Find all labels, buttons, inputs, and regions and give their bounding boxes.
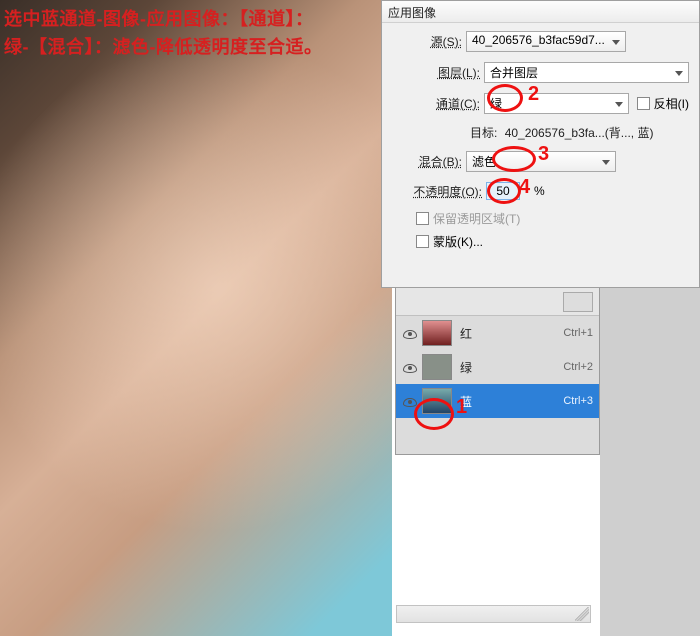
tutorial-instruction: 选中蓝通道-图像-应用图像：【通道】： 绿-【混合】：滤色-降低透明度至合适。 bbox=[4, 6, 323, 62]
channel-label: 通道(C): bbox=[414, 95, 484, 112]
channel-shortcut: Ctrl+3 bbox=[563, 395, 593, 407]
opacity-label: 不透明度(O): bbox=[396, 183, 486, 200]
source-value: 40_206576_b3fac59d7... bbox=[472, 33, 605, 47]
layer-label: 图层(L): bbox=[414, 64, 484, 81]
source-label: 源(S): bbox=[396, 33, 466, 50]
channel-shortcut: Ctrl+2 bbox=[563, 361, 593, 373]
channel-name: 红 bbox=[460, 325, 563, 342]
channel-select[interactable]: 绿 bbox=[484, 93, 629, 114]
instr-line1: 选中蓝通道-图像-应用图像：【通道】： bbox=[4, 9, 314, 29]
channel-row-blue[interactable]: 蓝 Ctrl+3 bbox=[396, 384, 599, 418]
mask-checkbox[interactable] bbox=[416, 235, 429, 248]
resize-grip-icon[interactable] bbox=[575, 607, 589, 621]
mask-label: 蒙版(K)... bbox=[433, 233, 483, 250]
blend-label: 混合(B): bbox=[396, 153, 466, 170]
scrollbar-track[interactable] bbox=[396, 605, 591, 623]
target-value: 40_206576_b3fa...(背..., 蓝) bbox=[505, 126, 654, 140]
source-select[interactable]: 40_206576_b3fac59d7... bbox=[466, 31, 626, 52]
channel-value: 绿 bbox=[490, 97, 502, 111]
dialog-title: 应用图像 bbox=[382, 1, 699, 23]
dialog-body: 源(S): 40_206576_b3fac59d7... 图层(L): 合并图层… bbox=[382, 23, 699, 268]
invert-label: 反相(I) bbox=[654, 95, 689, 112]
channel-thumb-green bbox=[422, 354, 452, 380]
channels-panel-header bbox=[396, 288, 599, 316]
rgb-mini-thumb bbox=[563, 292, 593, 312]
blend-value: 滤色 bbox=[472, 155, 496, 169]
channels-panel: 红 Ctrl+1 绿 Ctrl+2 蓝 Ctrl+3 bbox=[395, 287, 600, 455]
document-image bbox=[0, 0, 392, 636]
visibility-icon[interactable] bbox=[400, 324, 418, 342]
channel-row-red[interactable]: 红 Ctrl+1 bbox=[396, 316, 599, 350]
opacity-unit: % bbox=[534, 184, 545, 198]
channel-shortcut: Ctrl+1 bbox=[563, 327, 593, 339]
visibility-icon[interactable] bbox=[400, 358, 418, 376]
channel-row-green[interactable]: 绿 Ctrl+2 bbox=[396, 350, 599, 384]
workspace-gray-area bbox=[600, 287, 700, 636]
blend-select[interactable]: 滤色 bbox=[466, 151, 616, 172]
apply-image-dialog: 应用图像 源(S): 40_206576_b3fac59d7... 图层(L):… bbox=[381, 0, 700, 288]
channel-name: 蓝 bbox=[460, 393, 563, 410]
channel-thumb-blue bbox=[422, 388, 452, 414]
layer-select[interactable]: 合并图层 bbox=[484, 62, 689, 83]
preserve-transparency-checkbox[interactable] bbox=[416, 212, 429, 225]
screenshot-root: 选中蓝通道-图像-应用图像：【通道】： 绿-【混合】：滤色-降低透明度至合适。 … bbox=[0, 0, 700, 636]
workspace-white-area bbox=[392, 455, 600, 636]
instr-line2: 绿-【混合】：滤色-降低透明度至合适。 bbox=[4, 37, 323, 57]
opacity-input[interactable] bbox=[486, 182, 520, 200]
layer-value: 合并图层 bbox=[490, 66, 538, 80]
target-label: 目标: bbox=[470, 126, 501, 140]
invert-checkbox[interactable] bbox=[637, 97, 650, 110]
channel-name: 绿 bbox=[460, 359, 563, 376]
channel-thumb-red bbox=[422, 320, 452, 346]
preserve-transparency-label: 保留透明区域(T) bbox=[433, 210, 520, 227]
visibility-icon[interactable] bbox=[400, 392, 418, 410]
